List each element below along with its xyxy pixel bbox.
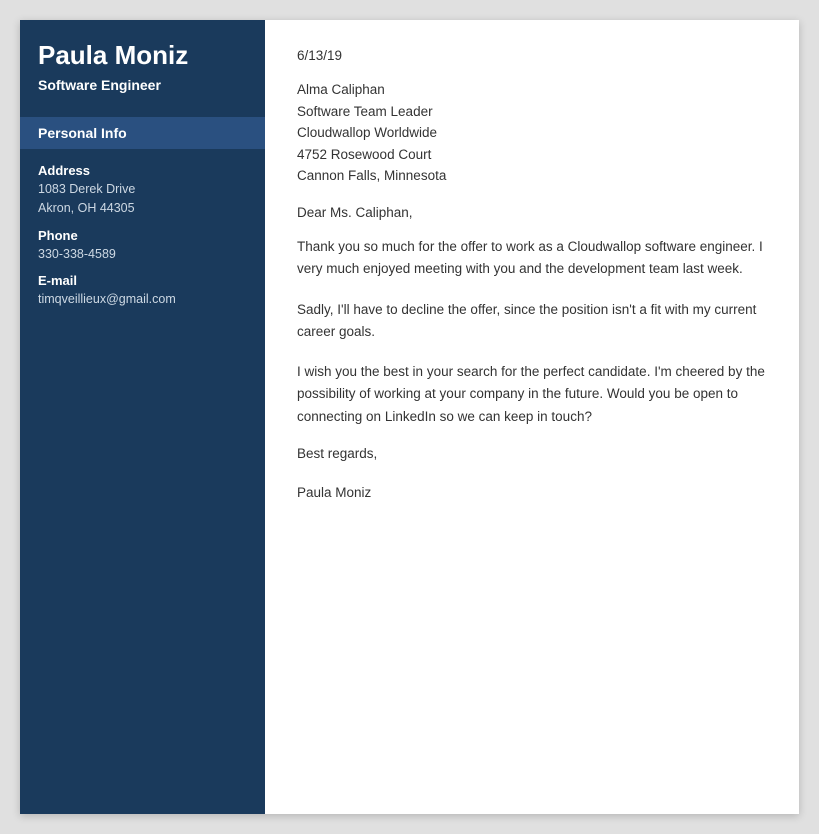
recipient-city: Cannon Falls, Minnesota — [297, 165, 767, 187]
paragraph-3: I wish you the best in your search for t… — [297, 361, 767, 428]
email-value: timqveillieux@gmail.com — [38, 290, 247, 309]
sender-name: Paula Moniz — [297, 485, 767, 500]
candidate-title: Software Engineer — [38, 77, 247, 93]
salutation: Dear Ms. Caliphan, — [297, 205, 767, 220]
address-label: Address — [38, 163, 247, 178]
paragraph-1: Thank you so much for the offer to work … — [297, 236, 767, 281]
candidate-name: Paula Moniz — [38, 40, 247, 71]
recipient-address: 4752 Rosewood Court — [297, 144, 767, 166]
personal-info-header: Personal Info — [20, 117, 265, 149]
main-content: 6/13/19 Alma Caliphan Software Team Lead… — [265, 20, 799, 814]
recipient-company: Cloudwallop Worldwide — [297, 122, 767, 144]
sidebar-name-block: Paula Moniz Software Engineer — [20, 20, 265, 109]
letter-date: 6/13/19 — [297, 48, 767, 63]
address-line1: 1083 Derek Drive — [38, 180, 247, 199]
paragraph-2: Sadly, I'll have to decline the offer, s… — [297, 299, 767, 344]
address-line2: Akron, OH 44305 — [38, 199, 247, 218]
recipient-title: Software Team Leader — [297, 101, 767, 123]
personal-info-section: Address 1083 Derek Drive Akron, OH 44305… — [20, 149, 265, 323]
letter-body: Thank you so much for the offer to work … — [297, 236, 767, 428]
closing: Best regards, — [297, 446, 767, 461]
page: Paula Moniz Software Engineer Personal I… — [20, 20, 799, 814]
recipient-block: Alma Caliphan Software Team Leader Cloud… — [297, 79, 767, 187]
sidebar: Paula Moniz Software Engineer Personal I… — [20, 20, 265, 814]
phone-label: Phone — [38, 228, 247, 243]
email-label: E-mail — [38, 273, 247, 288]
phone-value: 330-338-4589 — [38, 245, 247, 264]
recipient-name: Alma Caliphan — [297, 79, 767, 101]
